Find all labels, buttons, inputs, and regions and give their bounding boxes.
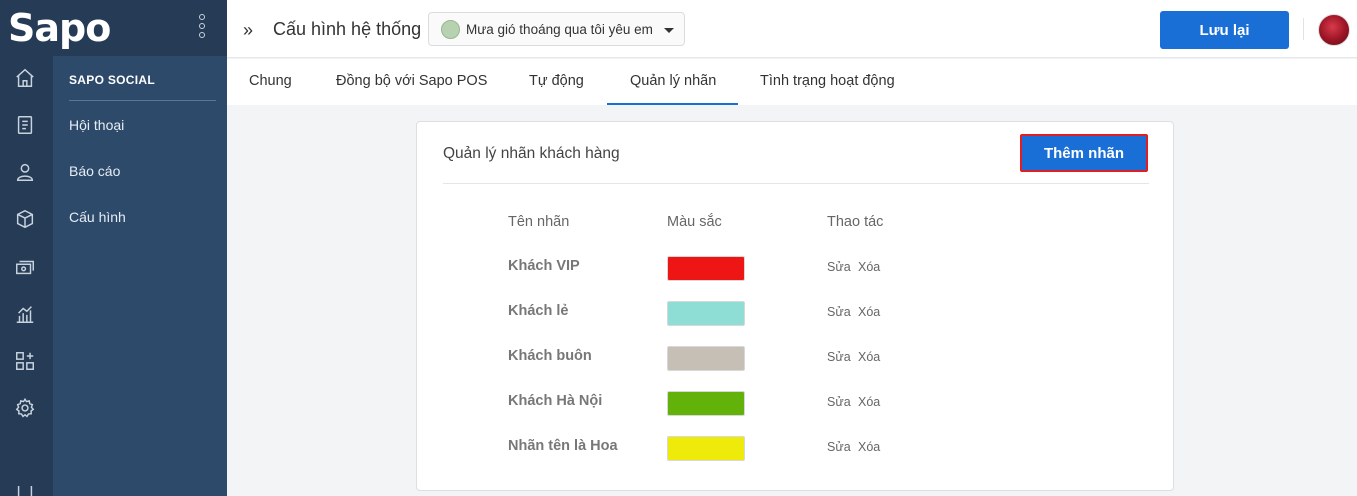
label-color-swatch [667,301,745,326]
card-title: Quản lý nhãn khách hàng [443,145,620,162]
tab-sync-pos[interactable]: Đồng bộ với Sapo POS [336,59,487,105]
settings-tabs: Chung Đồng bộ với Sapo POS Tự động Quản … [227,59,1357,105]
label-management-card: Quản lý nhãn khách hàng Thêm nhãn Tên nh… [416,121,1174,491]
delete-link[interactable]: Xóa [858,305,880,319]
tab-label-management[interactable]: Quản lý nhãn [630,59,716,105]
tab-activity-status[interactable]: Tình trạng hoạt động [760,59,895,105]
label-color-swatch [667,346,745,371]
subnav-item-reports[interactable]: Báo cáo [69,163,120,179]
settings-icon[interactable] [13,396,37,420]
edit-link[interactable]: Sửa [827,260,851,274]
header-divider [1303,18,1304,40]
delete-link[interactable]: Xóa [858,440,880,454]
card-divider [443,183,1149,184]
subnav-divider [69,100,216,101]
expand-sidebar-icon[interactable]: » [243,20,253,41]
column-header-actions: Thao tác [827,214,884,230]
save-button[interactable]: Lưu lại [1160,11,1289,49]
cashbook-icon[interactable] [13,255,37,279]
label-name: Khách Hà Nội [508,393,603,409]
column-header-color: Màu sắc [667,214,722,230]
add-label-button[interactable]: Thêm nhãn [1020,134,1148,172]
caret-down-icon [664,28,674,33]
edit-link[interactable]: Sửa [827,440,851,454]
customer-icon[interactable] [13,160,37,184]
home-icon[interactable] [13,66,37,90]
subnav-title: SAPO SOCIAL [69,73,155,87]
user-avatar[interactable] [1318,14,1350,46]
delete-link[interactable]: Xóa [858,260,880,274]
edit-link[interactable]: Sửa [827,350,851,364]
delete-link[interactable]: Xóa [858,395,880,409]
report-icon[interactable] [13,302,37,326]
product-icon[interactable] [13,207,37,231]
bottom-menu-icon[interactable] [13,486,37,496]
label-color-swatch [667,391,745,416]
icon-rail [0,56,53,496]
sapo-social-subnav: SAPO SOCIAL Hội thoại Báo cáo Cấu hình [53,56,227,496]
logo-bar: Sapo [0,0,227,56]
apps-icon[interactable] [13,349,37,373]
label-name: Khách buôn [508,348,592,364]
label-name: Nhãn tên là Hoa [508,438,618,454]
page-selector[interactable]: Mưa gió thoáng qua tôi yêu em [428,12,685,46]
subnav-item-conversations[interactable]: Hội thoại [69,117,124,133]
page-selector-label: Mưa gió thoáng qua tôi yêu em [466,22,653,37]
more-vertical-icon[interactable] [197,14,207,42]
label-color-swatch [667,436,745,461]
orders-icon[interactable] [13,113,37,137]
delete-link[interactable]: Xóa [858,350,880,364]
label-name: Khách lẻ [508,303,569,319]
page-title: Cấu hình hệ thống [273,19,422,39]
top-header: » Cấu hình hệ thống Mưa gió thoáng qua t… [227,0,1357,58]
tab-general[interactable]: Chung [249,59,292,105]
active-tab-indicator [607,103,738,105]
tab-automation[interactable]: Tự động [529,59,584,105]
edit-link[interactable]: Sửa [827,395,851,409]
subnav-item-settings[interactable]: Cấu hình [69,209,126,225]
page-avatar [441,20,460,39]
label-color-swatch [667,256,745,281]
edit-link[interactable]: Sửa [827,305,851,319]
column-header-name: Tên nhãn [508,214,570,230]
label-name: Khách VIP [508,258,580,274]
sapo-logo[interactable]: Sapo [8,6,111,50]
